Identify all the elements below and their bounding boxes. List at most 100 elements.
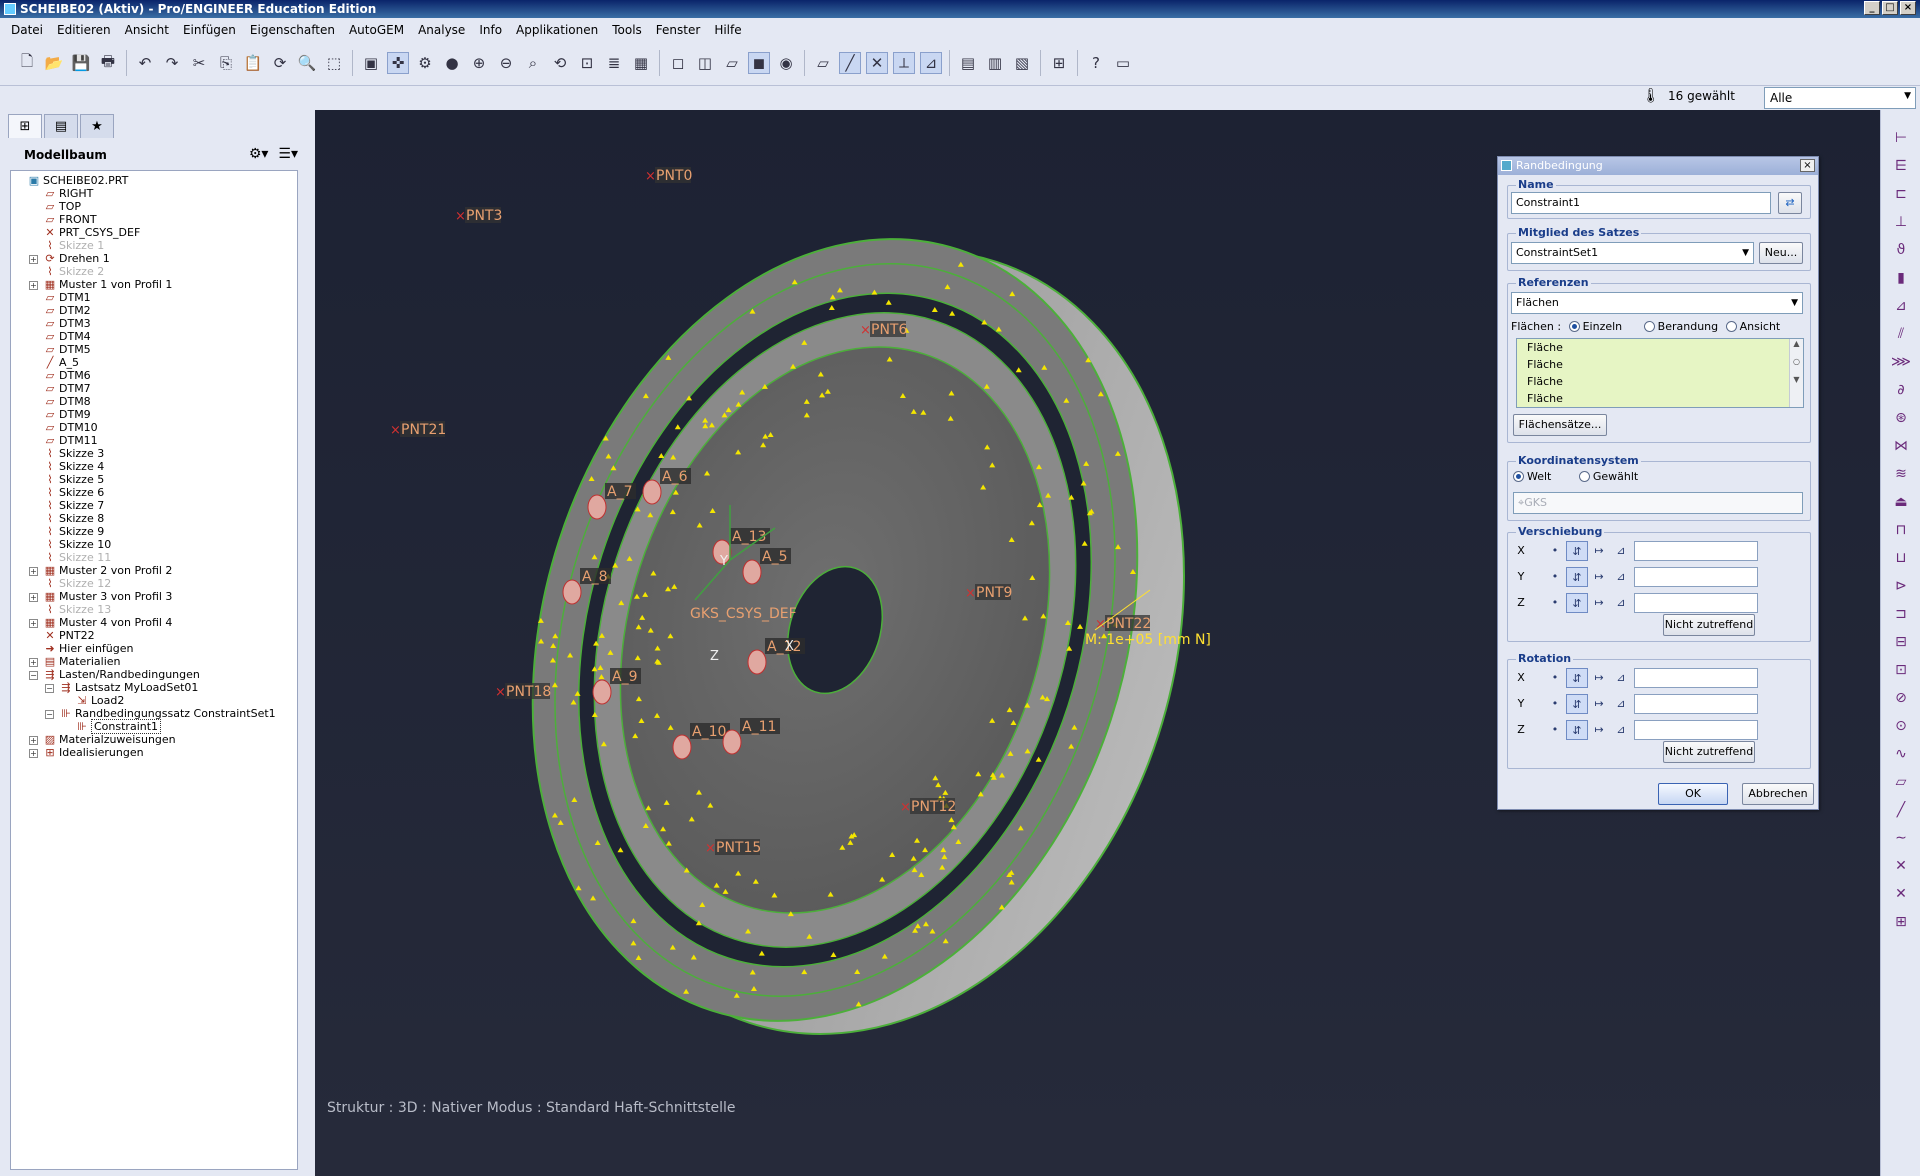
collapse-icon[interactable]: −	[45, 684, 54, 693]
rotation-free-icon[interactable]: •	[1544, 694, 1566, 714]
zoom-out-icon[interactable]: ⊖	[495, 52, 517, 74]
datum-point-label[interactable]: × PNT0	[645, 167, 692, 184]
cut-icon[interactable]: ✂	[188, 52, 210, 74]
rotation-fixed-icon[interactable]: ⇵	[1566, 694, 1588, 714]
rotation-prescribed-icon[interactable]: ↦	[1588, 720, 1610, 740]
temperature-icon[interactable]: ϑ	[1891, 240, 1911, 260]
datum-point-label[interactable]: × PNT12	[900, 798, 956, 815]
menu-item-4[interactable]: Eigenschaften	[243, 23, 342, 37]
menu-item-9[interactable]: Tools	[605, 23, 649, 37]
tree-item[interactable]: + ⊞ Idealisierungen	[11, 745, 144, 761]
menu-item-5[interactable]: AutoGEM	[342, 23, 411, 37]
color-picker-icon[interactable]: ⇄	[1778, 192, 1802, 214]
datum-point-label[interactable]: × PNT9	[965, 584, 1012, 601]
radio-selected[interactable]	[1578, 471, 1590, 482]
translation-free-icon[interactable]: •	[1544, 541, 1566, 561]
find-icon[interactable]: 🔍	[296, 52, 318, 74]
translation-prescribed-icon[interactable]: ↦	[1588, 593, 1610, 613]
rotation-value-input[interactable]	[1634, 668, 1758, 688]
expand-icon[interactable]: +	[29, 593, 38, 602]
translation-value-input[interactable]	[1634, 541, 1758, 561]
shaded-icon[interactable]: ◼	[748, 52, 770, 74]
translation-free-icon[interactable]: •	[1544, 567, 1566, 587]
menu-item-2[interactable]: Ansicht	[118, 23, 176, 37]
datum-axes-icon[interactable]: ╱	[839, 52, 861, 74]
ball-icon[interactable]: ⊛	[1891, 408, 1911, 428]
translation-prescribed-icon[interactable]: ↦	[1588, 541, 1610, 561]
volume-region-icon[interactable]: ⊙	[1891, 716, 1911, 736]
paste-icon[interactable]: 📋	[242, 52, 264, 74]
menu-item-8[interactable]: Applikationen	[509, 23, 605, 37]
menu-item-0[interactable]: Datei	[4, 23, 50, 37]
maximize-icon[interactable]: □	[1882, 1, 1898, 15]
tree-settings-icon[interactable]: ⚙▾	[249, 146, 269, 162]
spring-icon[interactable]: ≋	[1891, 464, 1911, 484]
expand-icon[interactable]: +	[29, 281, 38, 290]
weighted-link-icon[interactable]: ⊔	[1891, 548, 1911, 568]
face-sets-button[interactable]: Flächensätze...	[1513, 414, 1607, 436]
translation-prescribed-icon[interactable]: ↦	[1588, 567, 1610, 587]
shading-icon[interactable]: ●	[441, 52, 463, 74]
rotation-value-input[interactable]	[1634, 694, 1758, 714]
results-icon[interactable]: ▥	[984, 52, 1006, 74]
list-item[interactable]: Fläche	[1517, 390, 1803, 407]
translation-value-input[interactable]	[1634, 593, 1758, 613]
menu-item-6[interactable]: Analyse	[411, 23, 472, 37]
tree-columns-icon[interactable]: ☰▾	[278, 146, 298, 162]
list-item[interactable]: Fläche	[1517, 356, 1803, 373]
zoom-in-icon[interactable]: ⊕	[468, 52, 490, 74]
rigid-link-icon[interactable]: ⊓	[1891, 520, 1911, 540]
expand-icon[interactable]: +	[29, 658, 38, 667]
faces-scrollbar[interactable]: ▲ ○ ▼	[1789, 339, 1803, 407]
gravity-icon[interactable]: ⊥	[1891, 212, 1911, 232]
axis-icon[interactable]: ╱	[1891, 800, 1911, 820]
collapse-icon[interactable]: −	[45, 710, 54, 719]
expand-icon[interactable]: +	[29, 736, 38, 745]
weld-icon[interactable]: ⊟	[1891, 632, 1911, 652]
reorient-icon[interactable]: ⟲	[549, 52, 571, 74]
datum-point-label[interactable]: × PNT15	[705, 839, 761, 856]
help-icon[interactable]: ?	[1085, 52, 1107, 74]
datum-point-label[interactable]: × PNT18	[495, 683, 551, 700]
list-item[interactable]: Fläche	[1517, 339, 1803, 356]
expand-icon[interactable]: +	[29, 619, 38, 628]
orient-icon[interactable]: ⚙	[414, 52, 436, 74]
print-icon[interactable]: 🖶	[97, 52, 119, 74]
menu-item-3[interactable]: Einfügen	[176, 23, 243, 37]
collapse-icon[interactable]: −	[29, 671, 38, 680]
fastener-icon[interactable]: ⊡	[1891, 660, 1911, 680]
rotation-function-icon[interactable]: ⊿	[1610, 720, 1632, 740]
simulation-display-icon[interactable]: ▤	[957, 52, 979, 74]
cancel-button[interactable]: Abbrechen	[1742, 783, 1814, 805]
translation-fixed-icon[interactable]: ⇵	[1566, 593, 1588, 613]
new-set-button[interactable]: Neu...	[1759, 242, 1803, 264]
contact-icon[interactable]: ⋈	[1891, 436, 1911, 456]
displacement-icon[interactable]: ⊿	[1891, 296, 1911, 316]
rotation-prescribed-icon[interactable]: ↦	[1588, 694, 1610, 714]
rotation-free-icon[interactable]: •	[1544, 668, 1566, 688]
curve-icon[interactable]: ∿	[1891, 744, 1911, 764]
pin-icon[interactable]: ∂	[1891, 380, 1911, 400]
assembly-icon[interactable]: ⊞	[1048, 52, 1070, 74]
faces-list[interactable]: Fläche Fläche Fläche Fläche ▲ ○ ▼	[1516, 338, 1804, 408]
point-icon[interactable]: ✕	[1891, 856, 1911, 876]
selection-filter-select[interactable]: Alle ▼	[1764, 87, 1916, 109]
enhanced-icon[interactable]: ◉	[775, 52, 797, 74]
expand-icon[interactable]: +	[29, 567, 38, 576]
radio-single[interactable]	[1568, 321, 1580, 332]
close-icon[interactable]: ×	[1900, 1, 1916, 15]
expand-icon[interactable]: +	[29, 749, 38, 758]
surface-region-icon[interactable]: ⊘	[1891, 688, 1911, 708]
context-help-icon[interactable]: ▭	[1112, 52, 1134, 74]
undo-icon[interactable]: ↶	[134, 52, 156, 74]
radio-world[interactable]	[1513, 471, 1524, 482]
mass-icon[interactable]: ⏏	[1891, 492, 1911, 512]
csys-icon[interactable]: ✕	[1891, 884, 1911, 904]
expand-icon[interactable]: +	[29, 255, 38, 264]
rotation-na-button[interactable]: Nicht zutreffend	[1663, 741, 1755, 763]
bearing-icon[interactable]: ⊏	[1891, 184, 1911, 204]
rotation-fixed-icon[interactable]: ⇵	[1566, 720, 1588, 740]
mesh-icon[interactable]: ⊞	[1891, 912, 1911, 932]
translation-function-icon[interactable]: ⊿	[1610, 567, 1632, 587]
datum-planes-icon[interactable]: ▱	[812, 52, 834, 74]
